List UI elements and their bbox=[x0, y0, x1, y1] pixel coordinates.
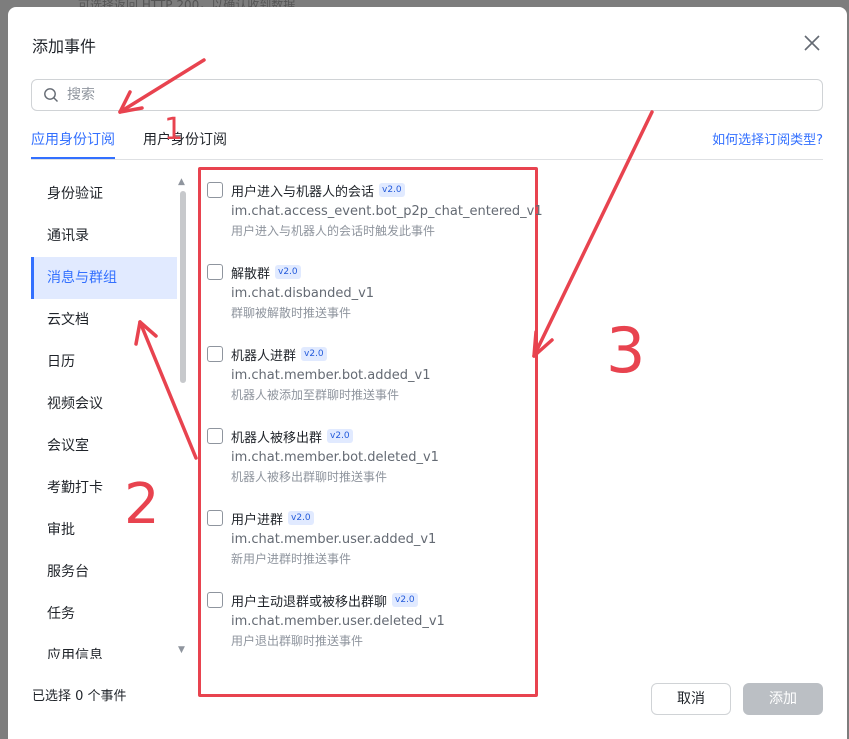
sidebar-item-messages-groups[interactable]: 消息与群组 bbox=[31, 257, 177, 299]
sidebar-item-meeting-room[interactable]: 会议室 bbox=[31, 425, 177, 467]
event-key: im.chat.member.bot.added_v1 bbox=[231, 368, 431, 383]
event-title: 用户进入与机器人的会话 bbox=[231, 184, 375, 200]
selected-count: 已选择 0 个事件 bbox=[32, 689, 127, 704]
scroll-thumb[interactable] bbox=[180, 191, 186, 383]
event-description: 机器人被添加至群聊时推送事件 bbox=[231, 388, 400, 402]
event-checkbox[interactable] bbox=[207, 428, 223, 444]
version-badge: v2.0 bbox=[288, 511, 314, 525]
event-title: 用户进群 bbox=[231, 512, 284, 528]
event-description: 用户退出群聊时推送事件 bbox=[231, 634, 364, 648]
tab-user-identity[interactable]: 用户身份订阅 bbox=[143, 129, 227, 149]
event-checkbox[interactable] bbox=[207, 592, 223, 608]
sidebar-item-attendance[interactable]: 考勤打卡 bbox=[31, 467, 177, 509]
sidebar-item-auth[interactable]: 身份验证 bbox=[31, 173, 177, 215]
dialog-title: 添加事件 bbox=[32, 37, 97, 56]
event-checkbox[interactable] bbox=[207, 264, 223, 280]
event-checkbox[interactable] bbox=[207, 346, 223, 362]
event-title: 机器人被移出群 bbox=[231, 430, 323, 446]
sidebar-item-approval[interactable]: 审批 bbox=[31, 509, 177, 551]
event-key: im.chat.access_event.bot_p2p_chat_entere… bbox=[231, 204, 543, 219]
event-description: 机器人被移出群聊时推送事件 bbox=[231, 470, 388, 484]
scroll-up-icon[interactable]: ▲ bbox=[178, 177, 185, 187]
search-icon bbox=[43, 87, 59, 103]
sidebar-item-tasks[interactable]: 任务 bbox=[31, 593, 177, 635]
sidebar-item-docs[interactable]: 云文档 bbox=[31, 299, 177, 341]
version-badge: v2.0 bbox=[392, 593, 418, 607]
event-item: 机器人被移出群 v2.0 im.chat.member.bot.deleted_v… bbox=[207, 426, 537, 485]
sidebar-item-calendar[interactable]: 日历 bbox=[31, 341, 177, 383]
event-title: 用户主动退群或被移出群聊 bbox=[231, 594, 388, 610]
sidebar-scrollbar[interactable]: ▲ ▼ bbox=[178, 177, 190, 657]
event-item: 解散群 v2.0 im.chat.disbanded_v1 群聊被解散时推送事件 bbox=[207, 262, 537, 321]
version-badge: v2.0 bbox=[275, 265, 301, 279]
event-list: 用户进入与机器人的会话 v2.0 im.chat.access_event.bot… bbox=[198, 167, 543, 697]
search-box[interactable] bbox=[31, 79, 823, 111]
add-button[interactable]: 添加 bbox=[743, 683, 823, 715]
event-description: 用户进入与机器人的会话时触发此事件 bbox=[231, 224, 436, 238]
event-description: 新用户进群时推送事件 bbox=[231, 552, 352, 566]
event-checkbox[interactable] bbox=[207, 182, 223, 198]
event-item: 机器人进群 v2.0 im.chat.member.bot.added_v1 机器… bbox=[207, 344, 537, 403]
event-title: 机器人进群 bbox=[231, 348, 297, 364]
cancel-button[interactable]: 取消 bbox=[651, 683, 731, 715]
event-checkbox[interactable] bbox=[207, 510, 223, 526]
event-item: 用户主动退群或被移出群聊 v2.0 im.chat.member.user.del… bbox=[207, 590, 537, 649]
scroll-down-icon[interactable]: ▼ bbox=[178, 645, 185, 655]
version-badge: v2.0 bbox=[327, 429, 353, 443]
active-tab-indicator bbox=[31, 157, 115, 159]
event-key: im.chat.member.user.added_v1 bbox=[231, 532, 437, 547]
event-key: im.chat.member.user.deleted_v1 bbox=[231, 614, 445, 629]
event-item: 用户进入与机器人的会话 v2.0 im.chat.access_event.bot… bbox=[207, 180, 543, 239]
search-input[interactable] bbox=[67, 80, 807, 110]
event-description: 群聊被解散时推送事件 bbox=[231, 306, 352, 320]
event-title: 解散群 bbox=[231, 266, 271, 282]
add-event-dialog: 添加事件 应用身份订阅 用户身份订阅 如何选择订阅类型? 身份验证 通讯录 消息… bbox=[8, 7, 847, 739]
version-badge: v2.0 bbox=[301, 347, 327, 361]
event-item: 用户进群 v2.0 im.chat.member.user.added_v1 新用… bbox=[207, 508, 537, 567]
sidebar-item-contacts[interactable]: 通讯录 bbox=[31, 215, 177, 257]
category-sidebar: 身份验证 通讯录 消息与群组 云文档 日历 视频会议 会议室 考勤打卡 审批 服… bbox=[31, 173, 177, 659]
subscription-tabs: 应用身份订阅 用户身份订阅 如何选择订阅类型? bbox=[31, 125, 823, 160]
tab-app-identity[interactable]: 应用身份订阅 bbox=[31, 129, 115, 149]
sidebar-item-app-info[interactable]: 应用信息 bbox=[31, 635, 177, 659]
help-link[interactable]: 如何选择订阅类型? bbox=[712, 129, 823, 148]
event-key: im.chat.disbanded_v1 bbox=[231, 286, 375, 301]
sidebar-item-helpdesk[interactable]: 服务台 bbox=[31, 551, 177, 593]
close-icon[interactable] bbox=[802, 33, 822, 53]
sidebar-item-video-meeting[interactable]: 视频会议 bbox=[31, 383, 177, 425]
event-key: im.chat.member.bot.deleted_v1 bbox=[231, 450, 439, 465]
version-badge: v2.0 bbox=[379, 183, 405, 197]
